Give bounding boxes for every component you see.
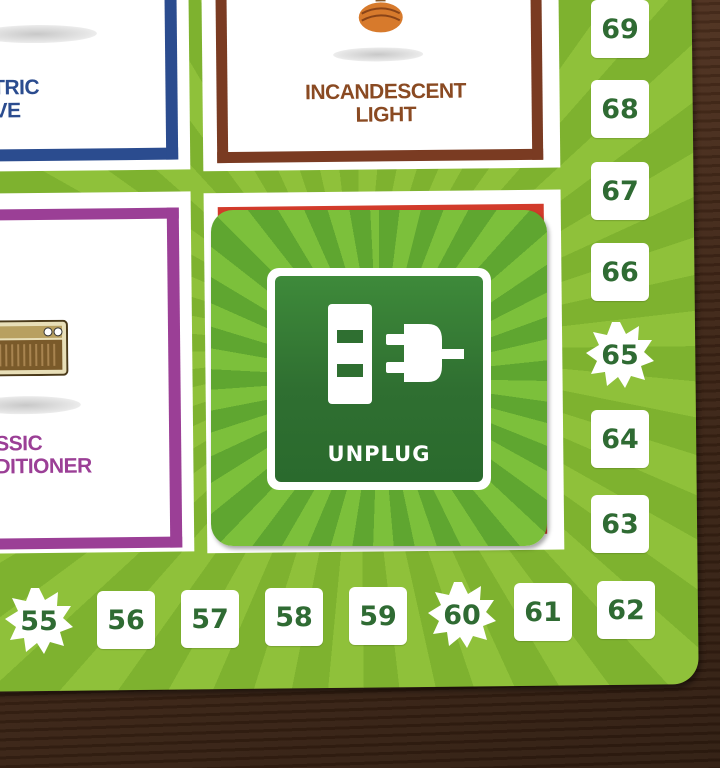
star-number: 55 <box>20 605 58 637</box>
air-conditioner-label-line1: SSIC <box>0 431 43 456</box>
electric-stove-label-line2: OVE <box>0 99 21 123</box>
item-shadow <box>0 24 97 44</box>
track-space-63[interactable]: 63 <box>591 495 649 553</box>
track-space-64[interactable]: 64 <box>591 410 649 468</box>
air-conditioner-icon <box>0 319 69 377</box>
item-shadow <box>333 46 424 62</box>
track-space-56[interactable]: 56 <box>97 591 155 649</box>
electric-stove-cell[interactable]: CTRIC OVE <box>0 0 179 162</box>
incandescent-light-cell[interactable]: INCANDESCENT LIGHT <box>215 0 544 164</box>
unplug-icon <box>324 300 484 410</box>
incandescent-light-label-line2: LIGHT <box>355 103 417 127</box>
classic-air-conditioner-cell[interactable]: SSIC DITIONER <box>0 207 183 550</box>
incandescent-light-label-line1: INCANDESCENT <box>304 79 467 105</box>
track-space-55-star[interactable]: 55 <box>4 586 74 656</box>
track-space-66[interactable]: 66 <box>591 243 649 301</box>
track-space-69[interactable]: 69 <box>591 0 649 58</box>
star-number: 60 <box>443 599 481 631</box>
track-space-58[interactable]: 58 <box>265 588 323 646</box>
track-space-57[interactable]: 57 <box>181 590 239 648</box>
star-number: 65 <box>601 339 639 371</box>
air-conditioner-label-line2: DITIONER <box>0 454 92 479</box>
track-space-62[interactable]: 62 <box>597 581 655 639</box>
electric-stove-label-line1: CTRIC <box>0 76 40 100</box>
track-space-61[interactable]: 61 <box>514 583 572 641</box>
track-space-68[interactable]: 68 <box>591 80 649 138</box>
track-space-60-star[interactable]: 60 <box>427 580 497 650</box>
light-bulb-icon <box>357 0 403 34</box>
track-space-59[interactable]: 59 <box>349 587 407 645</box>
track-space-67[interactable]: 67 <box>591 162 649 220</box>
unplug-tile[interactable]: UNPLUG <box>211 210 547 546</box>
tile-label: UNPLUG <box>327 442 431 466</box>
item-shadow <box>0 395 81 415</box>
track-space-65-star[interactable]: 65 <box>585 320 655 390</box>
